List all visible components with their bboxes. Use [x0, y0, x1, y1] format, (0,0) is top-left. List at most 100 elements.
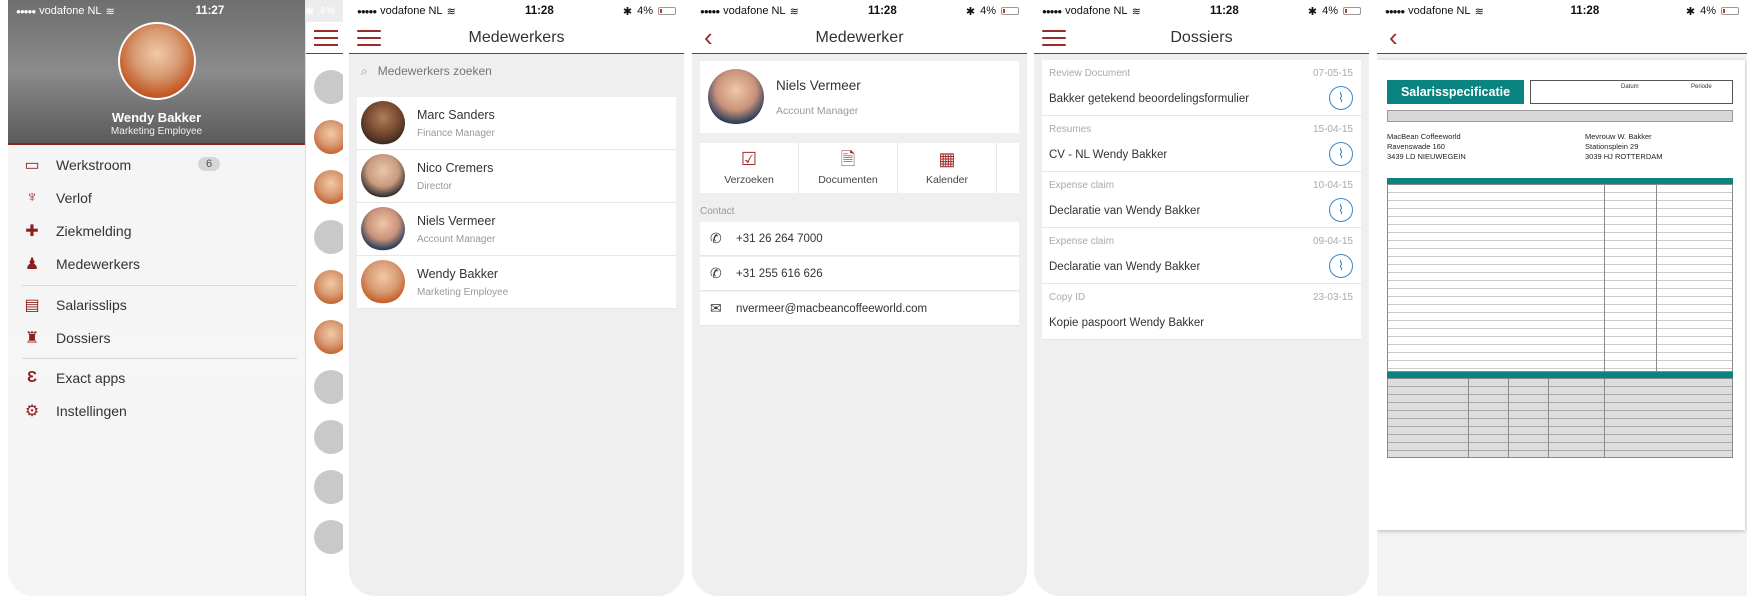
peek-avatar [314, 370, 343, 404]
wifi-icon: ≋ [1131, 5, 1141, 18]
wifi-icon: ≋ [1474, 5, 1484, 18]
avatar [361, 207, 405, 251]
peek-avatar [314, 70, 343, 104]
peek-avatar [314, 270, 343, 304]
bluetooth-icon: ✱ [304, 5, 315, 18]
hamburger-icon[interactable] [314, 28, 338, 48]
peek-avatar [314, 170, 343, 204]
peek-avatar [314, 220, 343, 254]
dossier-list: Review Document 07-05-15 Bakker getekend… [1042, 60, 1361, 340]
document-meta-box: Datum Periode [1530, 80, 1733, 104]
avatar [361, 154, 405, 198]
dossier-type: Resumes [1049, 124, 1092, 135]
dossier-type: Expense claim [1049, 236, 1115, 247]
battery-text: 4% [637, 5, 653, 17]
contact-phone-1[interactable]: ✆ +31 26 264 7000 [700, 222, 1019, 256]
calendar-button[interactable]: ▦ Kalender [898, 143, 997, 193]
dossier-type: Expense claim [1049, 180, 1115, 191]
dossier-date: 07-05-15 [1312, 68, 1353, 79]
menu-item-label: Dossiers [56, 330, 111, 346]
paperclip-icon[interactable]: ⌇ [1329, 198, 1353, 222]
list-item[interactable]: Resumes 15-04-15 CV - NL Wendy Bakker ⌇ [1042, 116, 1361, 172]
hamburger-icon[interactable] [1042, 28, 1066, 48]
battery-text: 4% [1322, 5, 1338, 17]
user-avatar[interactable] [118, 22, 196, 100]
documents-button[interactable]: 🗎 Documenten [799, 143, 898, 193]
battery-text: 4% [319, 5, 335, 17]
document-icon: 🗎 [840, 149, 856, 169]
person-file-icon: ♜ [24, 330, 40, 347]
employee-name: Marc Sanders [417, 107, 495, 122]
employee-name: Niels Vermeer [417, 213, 496, 228]
dossier-title: Declaratie van Wendy Bakker [1049, 205, 1201, 217]
contact-section-label: Contact [700, 206, 735, 217]
signal-icon: ●●●●● [1042, 6, 1062, 16]
paperclip-icon[interactable]: ⌇ [1329, 86, 1353, 110]
search-input[interactable] [377, 64, 638, 78]
carrier: vodafone NL [380, 5, 443, 17]
employee-name: Niels Vermeer [776, 77, 861, 93]
employee-city: 3039 HJ ROTTERDAM [1585, 152, 1663, 161]
person-icon: ♟ [24, 256, 40, 273]
contact-phone-2[interactable]: ✆ +31 255 616 626 [700, 257, 1019, 291]
carrier: vodafone NL [723, 5, 786, 17]
list-item[interactable]: Marc Sanders Finance Manager [357, 97, 676, 150]
list-item[interactable]: Copy ID 23-03-15 Kopie paspoort Wendy Ba… [1042, 284, 1361, 340]
exact-logo-icon: Ɛ [26, 369, 38, 386]
phone-icon: ✆ [710, 230, 722, 246]
dossier-type: Copy ID [1049, 292, 1086, 303]
paperclip-icon[interactable]: ⌇ [1329, 254, 1353, 278]
signal-icon: ●●●●● [1385, 6, 1405, 16]
employee-role: Marketing Employee [417, 286, 509, 298]
user-role: Marketing Employee [110, 126, 203, 137]
menu-item-medewerkers[interactable]: ♟ Medewerkers [8, 246, 305, 282]
status-bar: ●●●●● vodafone NL ≋ 11:28 ✱ 4% [692, 0, 1027, 22]
menu-item-label: Ziekmelding [56, 223, 132, 239]
list-item[interactable]: Review Document 07-05-15 Bakker getekend… [1042, 60, 1361, 116]
list-item[interactable]: Expense claim 09-04-15 Declaratie van We… [1042, 228, 1361, 284]
document-title: Salarisspecificatie [1387, 80, 1524, 104]
back-chevron-icon[interactable]: ‹ [704, 24, 713, 50]
employee-role: Account Manager [417, 233, 496, 245]
payslip-document[interactable]: Salarisspecificatie Datum Periode MacBea… [1377, 60, 1745, 530]
list-item[interactable]: Nico Cremers Director [357, 150, 676, 203]
back-chevron-icon[interactable]: ‹ [1389, 24, 1398, 50]
meta-date-label: Datum [1621, 84, 1639, 90]
menu-item-instellingen[interactable]: ⚙ Instellingen [8, 393, 305, 429]
list-item[interactable]: Expense claim 10-04-15 Declaratie van We… [1042, 172, 1361, 228]
hamburger-icon[interactable] [357, 28, 381, 48]
contact-value: +31 26 264 7000 [736, 232, 823, 245]
menu-item-dossiers[interactable]: ♜ Dossiers [8, 320, 305, 356]
menu-item-label: Verlof [56, 190, 92, 206]
inbox-icon: ▭ [24, 157, 40, 174]
menu-item-verlof[interactable]: ♆ Verlof [8, 180, 305, 216]
employee-name: Nico Cremers [417, 160, 494, 175]
employee-list: Marc Sanders Finance Manager Nico Cremers… [357, 97, 676, 309]
employee-street: Stationsplein 29 [1585, 142, 1639, 151]
bluetooth-icon: ✱ [1685, 5, 1696, 18]
dossier-date: 09-04-15 [1312, 236, 1353, 247]
menu-item-salarisslips[interactable]: ▤ Salarisslips [8, 287, 305, 323]
carrier: vodafone NL [1065, 5, 1128, 17]
menu-item-ziekmelding[interactable]: ✚ Ziekmelding [8, 213, 305, 249]
menu-item-exact-apps[interactable]: Ɛ Exact apps [8, 360, 305, 396]
background-screen-peek[interactable] [305, 22, 343, 596]
list-item[interactable]: Wendy Bakker Marketing Employee [357, 256, 676, 309]
dossier-title: Kopie paspoort Wendy Bakker [1049, 317, 1205, 329]
menu-item-label: Salarisslips [56, 297, 127, 313]
menu-item-werkstroom[interactable]: ▭ Werkstroom 6 [8, 147, 305, 183]
navbar: Dossiers [1034, 22, 1369, 54]
screen-side-menu: Wendy Bakker Marketing Employee ●●●●● vod… [8, 0, 343, 596]
dossier-title: CV - NL Wendy Bakker [1049, 149, 1168, 161]
navbar: Medewerkers [349, 22, 684, 54]
peek-avatar [314, 520, 343, 554]
employee-role: Finance Manager [417, 127, 495, 139]
navbar: ‹ [1377, 22, 1747, 54]
requests-button[interactable]: ☑ Verzoeken [700, 143, 799, 193]
status-bar: ●●●●● vodafone NL ≋ 11:27 ✱ 4% [8, 0, 343, 22]
contact-email[interactable]: ✉ nvermeer@macbeancoffeeworld.com [700, 292, 1019, 326]
battery-icon [658, 7, 676, 15]
list-item[interactable]: Niels Vermeer Account Manager [357, 203, 676, 256]
paperclip-icon[interactable]: ⌇ [1329, 142, 1353, 166]
battery-icon [1343, 7, 1361, 15]
